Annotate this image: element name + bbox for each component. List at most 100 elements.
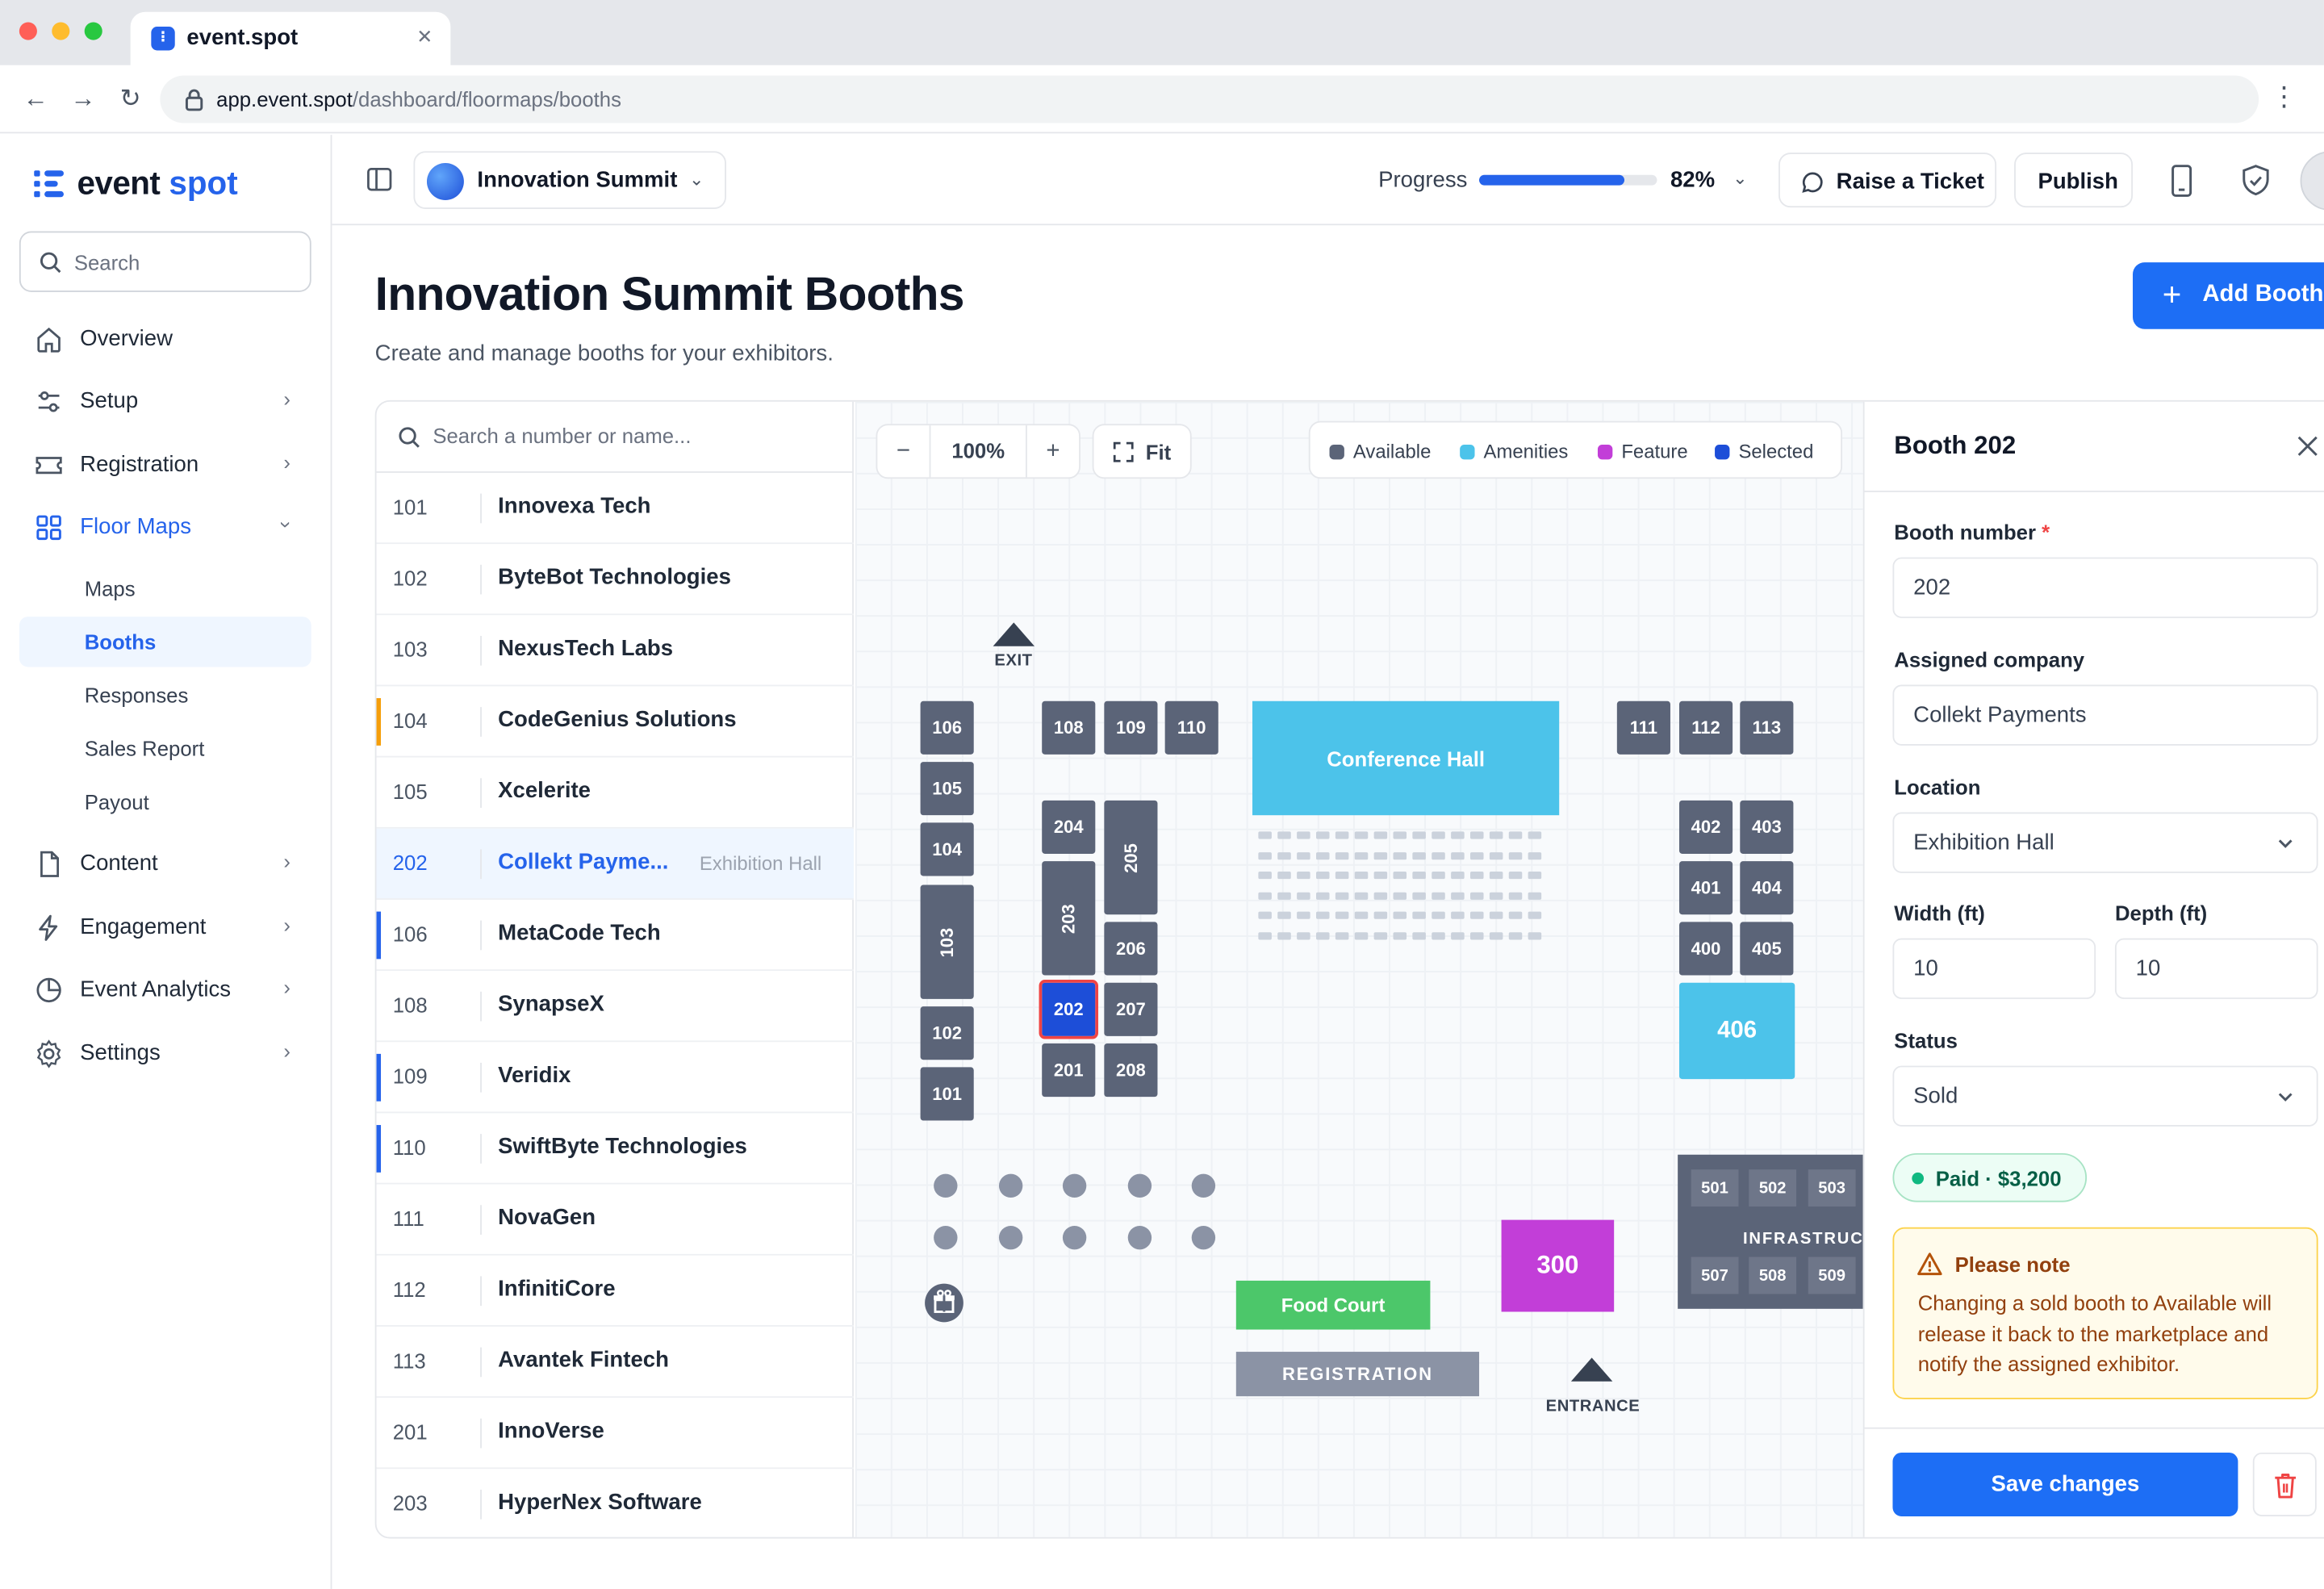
mobile-preview-icon[interactable] — [2163, 161, 2201, 200]
booth-row[interactable]: 101 Innovexa Tech — [376, 473, 854, 545]
booth-row[interactable]: 112 InfinitiCore — [376, 1256, 854, 1327]
booth-row[interactable]: 109 Veridix — [376, 1042, 854, 1114]
shield-check-icon[interactable] — [2237, 161, 2276, 200]
map-booth-508[interactable]: 508 — [1749, 1257, 1797, 1294]
close-window-button[interactable] — [19, 22, 37, 40]
booth-row[interactable]: 105 Xcelerite — [376, 758, 854, 829]
map-booth-104[interactable]: 104 — [920, 822, 974, 876]
booth-row[interactable]: 202 Collekt Payme... Exhibition Hall — [376, 828, 854, 900]
tab-close-icon[interactable]: ✕ — [416, 25, 433, 48]
map-booth-206[interactable]: 206 — [1104, 922, 1158, 976]
round-table[interactable] — [934, 1173, 958, 1198]
booth-row[interactable]: 103 NexusTech Labs — [376, 615, 854, 687]
map-booth-108[interactable]: 108 — [1042, 700, 1096, 755]
add-booth-button[interactable]: + Add Booth — [2133, 262, 2324, 329]
publish-button[interactable]: Publish — [2014, 153, 2134, 208]
sidebar-subitem-maps[interactable]: Maps — [19, 563, 311, 613]
booth-number-input[interactable]: 202 — [1892, 557, 2318, 618]
map-booth-111[interactable]: 111 — [1616, 700, 1670, 755]
map-booth-507[interactable]: 507 — [1691, 1257, 1739, 1294]
sidebar-item-floor-maps[interactable]: Floor Maps › — [19, 501, 311, 554]
map-booth-502[interactable]: 502 — [1749, 1169, 1797, 1207]
round-table[interactable] — [1127, 1173, 1152, 1198]
booth-row[interactable]: 104 CodeGenius Solutions — [376, 686, 854, 758]
sidebar-item-event-analytics[interactable]: Event Analytics › — [19, 964, 311, 1017]
map-booth-406[interactable]: 406 — [1678, 982, 1795, 1080]
map-booth-503[interactable]: 503 — [1808, 1169, 1856, 1207]
logo[interactable]: event spot — [32, 165, 238, 203]
sidebar-subitem-payout[interactable]: Payout — [19, 776, 311, 826]
sidebar-subitem-responses[interactable]: Responses — [19, 670, 311, 720]
food-court[interactable]: Food Court — [1235, 1280, 1431, 1330]
sidebar-item-overview[interactable]: Overview — [19, 313, 311, 366]
map-booth-401[interactable]: 401 — [1678, 861, 1733, 915]
round-table[interactable] — [1062, 1173, 1087, 1198]
round-table[interactable] — [1062, 1225, 1087, 1250]
map-booth-105[interactable]: 105 — [920, 762, 974, 816]
save-changes-button[interactable]: Save changes — [1892, 1452, 2238, 1516]
sidebar-item-settings[interactable]: Settings › — [19, 1027, 311, 1081]
delete-button[interactable] — [2252, 1452, 2317, 1516]
map-booth-207[interactable]: 207 — [1104, 982, 1158, 1036]
map-booth-101[interactable]: 101 — [920, 1067, 974, 1121]
sidebar-subitem-booths[interactable]: Booths — [19, 617, 311, 667]
floor-map[interactable]: − 100% + Fit Available Amenities Feature… — [855, 401, 1863, 1537]
sidebar-toggle-icon[interactable] — [365, 165, 395, 194]
booth-row[interactable]: 110 SwiftByte Technologies — [376, 1113, 854, 1185]
zoom-out-button[interactable]: − — [877, 425, 931, 478]
map-booth-202[interactable]: 202 — [1039, 980, 1098, 1039]
forward-arrow-icon[interactable]: → — [65, 82, 101, 117]
map-booth-103[interactable]: 103 — [920, 884, 974, 999]
sidebar-item-engagement[interactable]: Engagement › — [19, 901, 311, 955]
browser-tab[interactable]: ⁝ event.spot ✕ — [130, 11, 451, 65]
browser-menu-icon[interactable]: ⋮ — [2271, 82, 2297, 113]
round-table[interactable] — [1191, 1225, 1216, 1250]
status-select[interactable]: Sold — [1892, 1065, 2318, 1127]
fit-button[interactable]: Fit — [1092, 424, 1192, 479]
map-booth-400[interactable]: 400 — [1678, 922, 1733, 976]
map-booth-402[interactable]: 402 — [1678, 800, 1733, 854]
map-booth-208[interactable]: 208 — [1104, 1043, 1158, 1098]
sidebar-search-input[interactable]: Search — [19, 231, 311, 292]
sidebar-item-content[interactable]: Content › — [19, 838, 311, 891]
infrastructure-zone[interactable]: 501 502 503 INFRASTRUCTURE 507 508 509 — [1678, 1154, 1863, 1309]
round-table[interactable] — [934, 1225, 958, 1250]
booth-search-input[interactable]: Search a number or name... — [376, 402, 854, 473]
width-input[interactable]: 10 — [1892, 938, 2096, 999]
round-table[interactable] — [1127, 1225, 1152, 1250]
sidebar-item-registration[interactable]: Registration › — [19, 439, 311, 492]
company-input[interactable]: Collekt Payments — [1892, 684, 2318, 746]
map-booth-110[interactable]: 110 — [1164, 700, 1218, 755]
map-booth-405[interactable]: 405 — [1740, 922, 1794, 976]
round-table[interactable] — [998, 1173, 1023, 1198]
sidebar-item-setup[interactable]: Setup › — [19, 375, 311, 429]
map-booth-509[interactable]: 509 — [1808, 1257, 1856, 1294]
map-booth-113[interactable]: 113 — [1740, 700, 1794, 755]
booth-row[interactable]: 111 NovaGen — [376, 1185, 854, 1256]
raise-ticket-button[interactable]: Raise a Ticket — [1779, 153, 1997, 208]
map-booth-205[interactable]: 205 — [1104, 800, 1158, 915]
map-booth-403[interactable]: 403 — [1740, 800, 1794, 854]
depth-input[interactable]: 10 — [2114, 938, 2318, 999]
booth-row[interactable]: 203 HyperNex Software — [377, 1469, 854, 1537]
user-avatar[interactable] — [2300, 151, 2324, 211]
map-booth-112[interactable]: 112 — [1678, 700, 1733, 755]
minimize-window-button[interactable] — [52, 22, 70, 40]
zoom-in-button[interactable]: + — [1025, 425, 1079, 478]
map-booth-106[interactable]: 106 — [920, 700, 974, 755]
progress-dropdown-icon[interactable]: ⌄ — [1733, 168, 1747, 189]
map-booth-109[interactable]: 109 — [1104, 700, 1158, 755]
maximize-window-button[interactable] — [84, 22, 102, 40]
map-booth-204[interactable]: 204 — [1042, 800, 1096, 854]
map-booth-201[interactable]: 201 — [1042, 1043, 1096, 1098]
sidebar-subitem-sales-report[interactable]: Sales Report — [19, 723, 311, 773]
booth-row[interactable]: 102 ByteBot Technologies — [376, 544, 854, 616]
booth-row[interactable]: 108 SynapseX — [376, 971, 854, 1043]
back-arrow-icon[interactable]: ← — [18, 82, 53, 117]
event-selector[interactable]: Innovation Summit ⌄ — [413, 151, 726, 209]
map-booth-501[interactable]: 501 — [1691, 1169, 1739, 1207]
round-table[interactable] — [998, 1225, 1023, 1250]
reload-icon[interactable]: ↻ — [113, 82, 148, 117]
map-booth-404[interactable]: 404 — [1740, 861, 1794, 915]
map-booth-102[interactable]: 102 — [920, 1006, 974, 1060]
